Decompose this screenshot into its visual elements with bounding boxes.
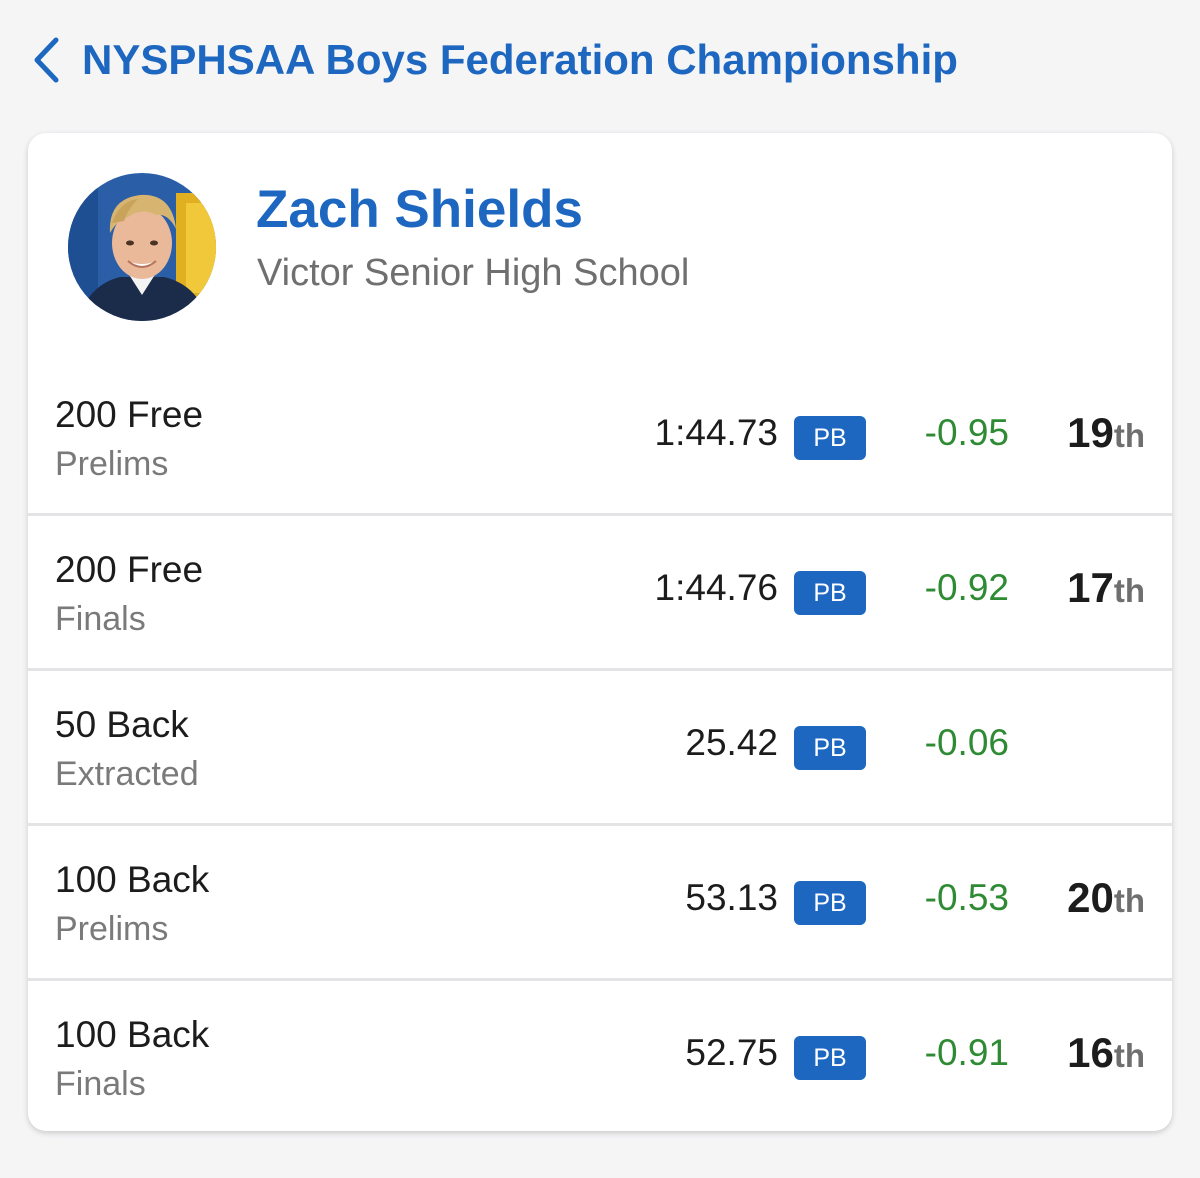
place-number: 17: [1067, 564, 1114, 611]
swim-time: 1:44.73: [654, 412, 778, 453]
pb-badge: PB: [794, 1036, 866, 1080]
pb-badge: PB: [794, 571, 866, 615]
placement: 20th: [1067, 876, 1145, 923]
result-row[interactable]: 100 Back Finals 52.75 PB -0.91 16th: [28, 981, 1172, 1131]
placement: 16th: [1067, 1031, 1145, 1078]
swim-time: 1:44.76: [654, 567, 778, 608]
time-delta: -0.95: [924, 412, 1009, 453]
swim-time: 52.75: [685, 1032, 778, 1073]
result-row[interactable]: 200 Free Finals 1:44.76 PB -0.92 17th: [28, 516, 1172, 671]
event-name: 200 Free: [55, 394, 204, 435]
app-header: NYSPHSAA Boys Federation Championship: [0, 0, 1200, 120]
pb-badge: PB: [794, 726, 866, 770]
place-number: 20: [1067, 874, 1114, 921]
event-round: Finals: [55, 600, 146, 638]
place-suffix: th: [1113, 882, 1145, 919]
event-name: 100 Back: [55, 859, 210, 900]
event-round: Extracted: [55, 755, 199, 793]
placement: 17th: [1067, 566, 1145, 613]
place-suffix: th: [1113, 1037, 1145, 1074]
result-row[interactable]: 50 Back Extracted 25.42 PB -0.06: [28, 671, 1172, 826]
event-name: 100 Back: [55, 1014, 210, 1055]
place-number: 19: [1067, 409, 1114, 456]
event-round: Prelims: [55, 445, 169, 483]
event-name: 50 Back: [55, 704, 189, 745]
event-name: 200 Free: [55, 549, 204, 590]
swim-time: 53.13: [685, 877, 778, 918]
swimmer-school: Victor Senior High School: [257, 252, 690, 294]
place-suffix: th: [1113, 572, 1145, 609]
result-row[interactable]: 100 Back Prelims 53.13 PB -0.53 20th: [28, 826, 1172, 981]
swim-time: 25.42: [685, 722, 778, 763]
meet-title[interactable]: NYSPHSAA Boys Federation Championship: [82, 34, 958, 86]
time-delta: -0.06: [924, 722, 1009, 763]
avatar: [68, 173, 216, 321]
place-suffix: th: [1113, 417, 1145, 454]
swimmer-name: Zach Shields: [256, 180, 583, 239]
result-row[interactable]: 200 Free Prelims 1:44.73 PB -0.95 19th: [28, 361, 1172, 516]
pb-badge: PB: [794, 881, 866, 925]
results-list: 200 Free Prelims 1:44.73 PB -0.95 19th 2…: [28, 361, 1172, 1131]
time-delta: -0.91: [924, 1032, 1009, 1073]
chevron-left-icon[interactable]: [30, 34, 64, 86]
time-delta: -0.53: [924, 877, 1009, 918]
event-round: Finals: [55, 1065, 146, 1103]
placement: 19th: [1067, 411, 1145, 458]
swimmer-results-card: Zach Shields Victor Senior High School 2…: [28, 133, 1172, 1131]
place-number: 16: [1067, 1029, 1114, 1076]
pb-badge: PB: [794, 416, 866, 460]
event-round: Prelims: [55, 910, 169, 948]
time-delta: -0.92: [924, 567, 1009, 608]
swimmer-profile: Zach Shields Victor Senior High School: [28, 133, 1172, 363]
